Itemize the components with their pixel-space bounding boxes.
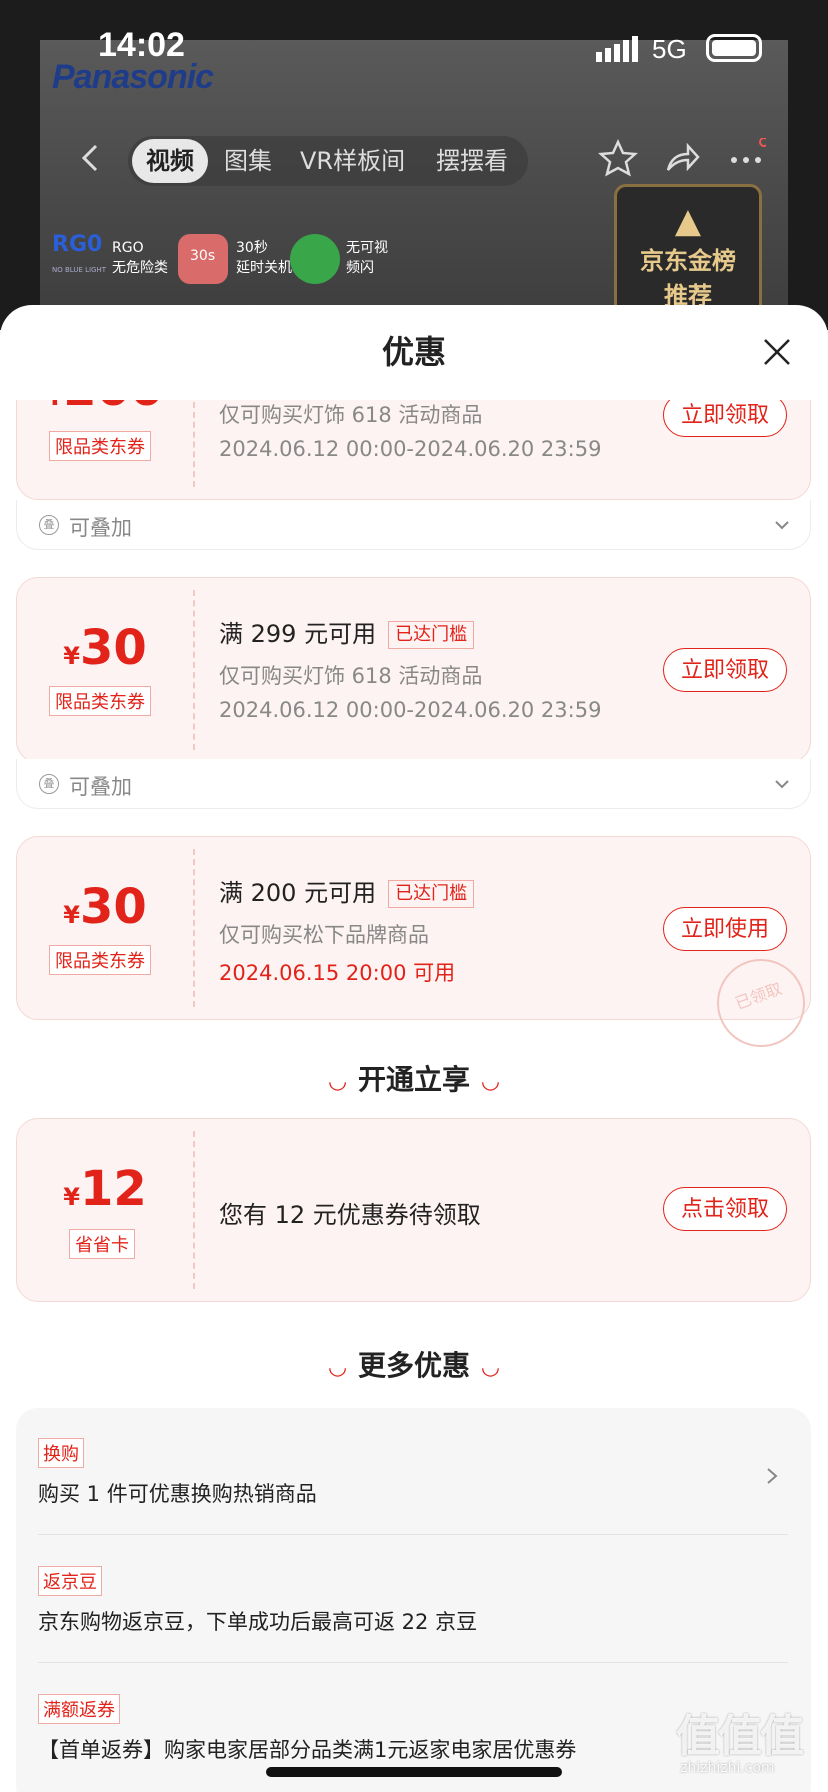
media-tabs: 视频 图集 VR样板间 摆摆看 — [128, 136, 528, 186]
sheet-title: 优惠 — [381, 333, 446, 371]
share-icon[interactable] — [662, 138, 702, 178]
coupon-list[interactable]: ¥200 限品类东券 仅可购买灯饰 618 活动商品 2024.06.12 00… — [0, 400, 828, 1792]
coupon-available-time: 2024.06.15 20:00 可用 — [219, 961, 456, 985]
product-navbar: 视频 图集 VR样板间 摆摆看 — [0, 128, 828, 194]
offer-item-beans: 返京豆 京东购物返京豆，下单成功后最高可返 22 京豆 — [38, 1566, 788, 1646]
stackable-row[interactable]: 叠 可叠加 — [16, 500, 811, 550]
status-time: 14:02 — [98, 26, 185, 64]
coupon-amount: 200 — [63, 400, 163, 417]
coupon-period: 2024.06.12 00:00-2024.06.20 23:59 — [219, 437, 602, 461]
use-button[interactable]: 立即使用 — [663, 907, 787, 951]
tab-vr-room[interactable]: VR样板间 — [300, 136, 405, 186]
battery-icon — [706, 34, 762, 62]
vip-type: 省省卡 — [69, 1229, 135, 1259]
section-open-enjoy: ◡ 开通立享 ◡ — [329, 1063, 499, 1096]
coupon-type: 限品类东券 — [49, 945, 151, 975]
signal-icon — [596, 36, 638, 62]
smile-decoration-icon: ◡ — [329, 1068, 346, 1094]
stackable-row[interactable]: 叠 可叠加 — [16, 759, 811, 809]
back-icon[interactable] — [72, 138, 112, 178]
coupon-scope: 仅可购买松下品牌商品 — [219, 923, 429, 947]
claim-vip-button[interactable]: 点击领取 — [663, 1187, 787, 1231]
status-bar: 14:02 5G — [0, 0, 828, 96]
favorite-star-icon[interactable] — [598, 138, 638, 178]
chevron-down-icon — [775, 780, 789, 789]
coupon-card: ¥30 限品类东券 满 200 元可用 已达门槛 仅可购买松下品牌商品 2024.… — [16, 836, 818, 1060]
watermark: 值值值 — [676, 1711, 804, 1762]
ranking-a-icon: ▲ — [674, 201, 702, 241]
claimed-stamp: 已领取 — [704, 946, 818, 1060]
smile-decoration-icon: ◡ — [329, 1354, 346, 1380]
offer-text: 购买 1 件可优惠换购热销商品 — [38, 1482, 317, 1506]
home-indicator[interactable] — [266, 1767, 562, 1777]
smile-decoration-icon: ◡ — [482, 1354, 499, 1380]
chevron-down-icon — [775, 521, 789, 530]
coupon-condition: 满 200 元可用 — [219, 879, 377, 907]
claim-button[interactable]: 立即领取 — [663, 400, 787, 437]
stack-icon: 叠 — [39, 774, 59, 794]
chevron-right-icon — [767, 1468, 778, 1484]
vip-text: 您有 12 元优惠券待领取 — [219, 1201, 481, 1229]
section-more-offers: ◡ 更多优惠 ◡ — [329, 1349, 499, 1382]
offer-text: 【首单返券】购家电家居部分品类满1元返家电家居优惠券 — [38, 1738, 577, 1762]
claim-button[interactable]: 立即领取 — [663, 648, 787, 692]
offer-text: 京东购物返京豆，下单成功后最高可返 22 京豆 — [38, 1610, 478, 1634]
offer-item-trade-in[interactable]: 换购 购买 1 件可优惠换购热销商品 — [38, 1438, 788, 1518]
coupon-amount: 30 — [79, 620, 147, 676]
threshold-badge: 已达门槛 — [388, 880, 475, 908]
watermark-url: zhizhizhi.com — [680, 1760, 775, 1776]
coupon-card: ¥200 限品类东券 仅可购买灯饰 618 活动商品 2024.06.12 00… — [16, 400, 811, 500]
close-icon[interactable] — [762, 337, 792, 367]
stack-icon: 叠 — [39, 515, 59, 535]
vip-amount: 12 — [79, 1161, 147, 1217]
vip-card: ¥12 省省卡 您有 12 元优惠券待领取 点击领取 — [16, 1118, 811, 1302]
coupon-amount: 30 — [79, 879, 147, 935]
tab-try-on[interactable]: 摆摆看 — [436, 136, 508, 186]
more-icon[interactable] — [726, 138, 766, 178]
coupon-period: 2024.06.12 00:00-2024.06.20 23:59 — [219, 698, 602, 722]
tab-gallery[interactable]: 图集 — [224, 136, 272, 186]
coupon-condition: 满 299 元可用 — [219, 620, 377, 648]
coupon-sheet: 优惠 ¥200 限品类东券 仅可购买灯饰 618 活动商品 2024.06.12… — [0, 305, 828, 1792]
coupon-scope: 仅可购买灯饰 618 活动商品 — [219, 664, 483, 688]
network-type: 5G — [652, 34, 687, 64]
coupon-type: 限品类东券 — [49, 686, 151, 716]
offer-tag: 满额返券 — [38, 1694, 120, 1724]
coupon-card: ¥30 限品类东券 满 299 元可用 已达门槛 仅可购买灯饰 618 活动商品 … — [16, 577, 811, 763]
threshold-badge: 已达门槛 — [388, 621, 475, 649]
coupon-scope: 仅可购买灯饰 618 活动商品 — [219, 403, 483, 427]
offer-tag: 返京豆 — [38, 1566, 102, 1596]
smile-decoration-icon: ◡ — [482, 1068, 499, 1094]
tab-video[interactable]: 视频 — [132, 139, 208, 183]
offer-tag: 换购 — [38, 1438, 84, 1468]
coupon-type: 限品类东券 — [49, 431, 151, 461]
